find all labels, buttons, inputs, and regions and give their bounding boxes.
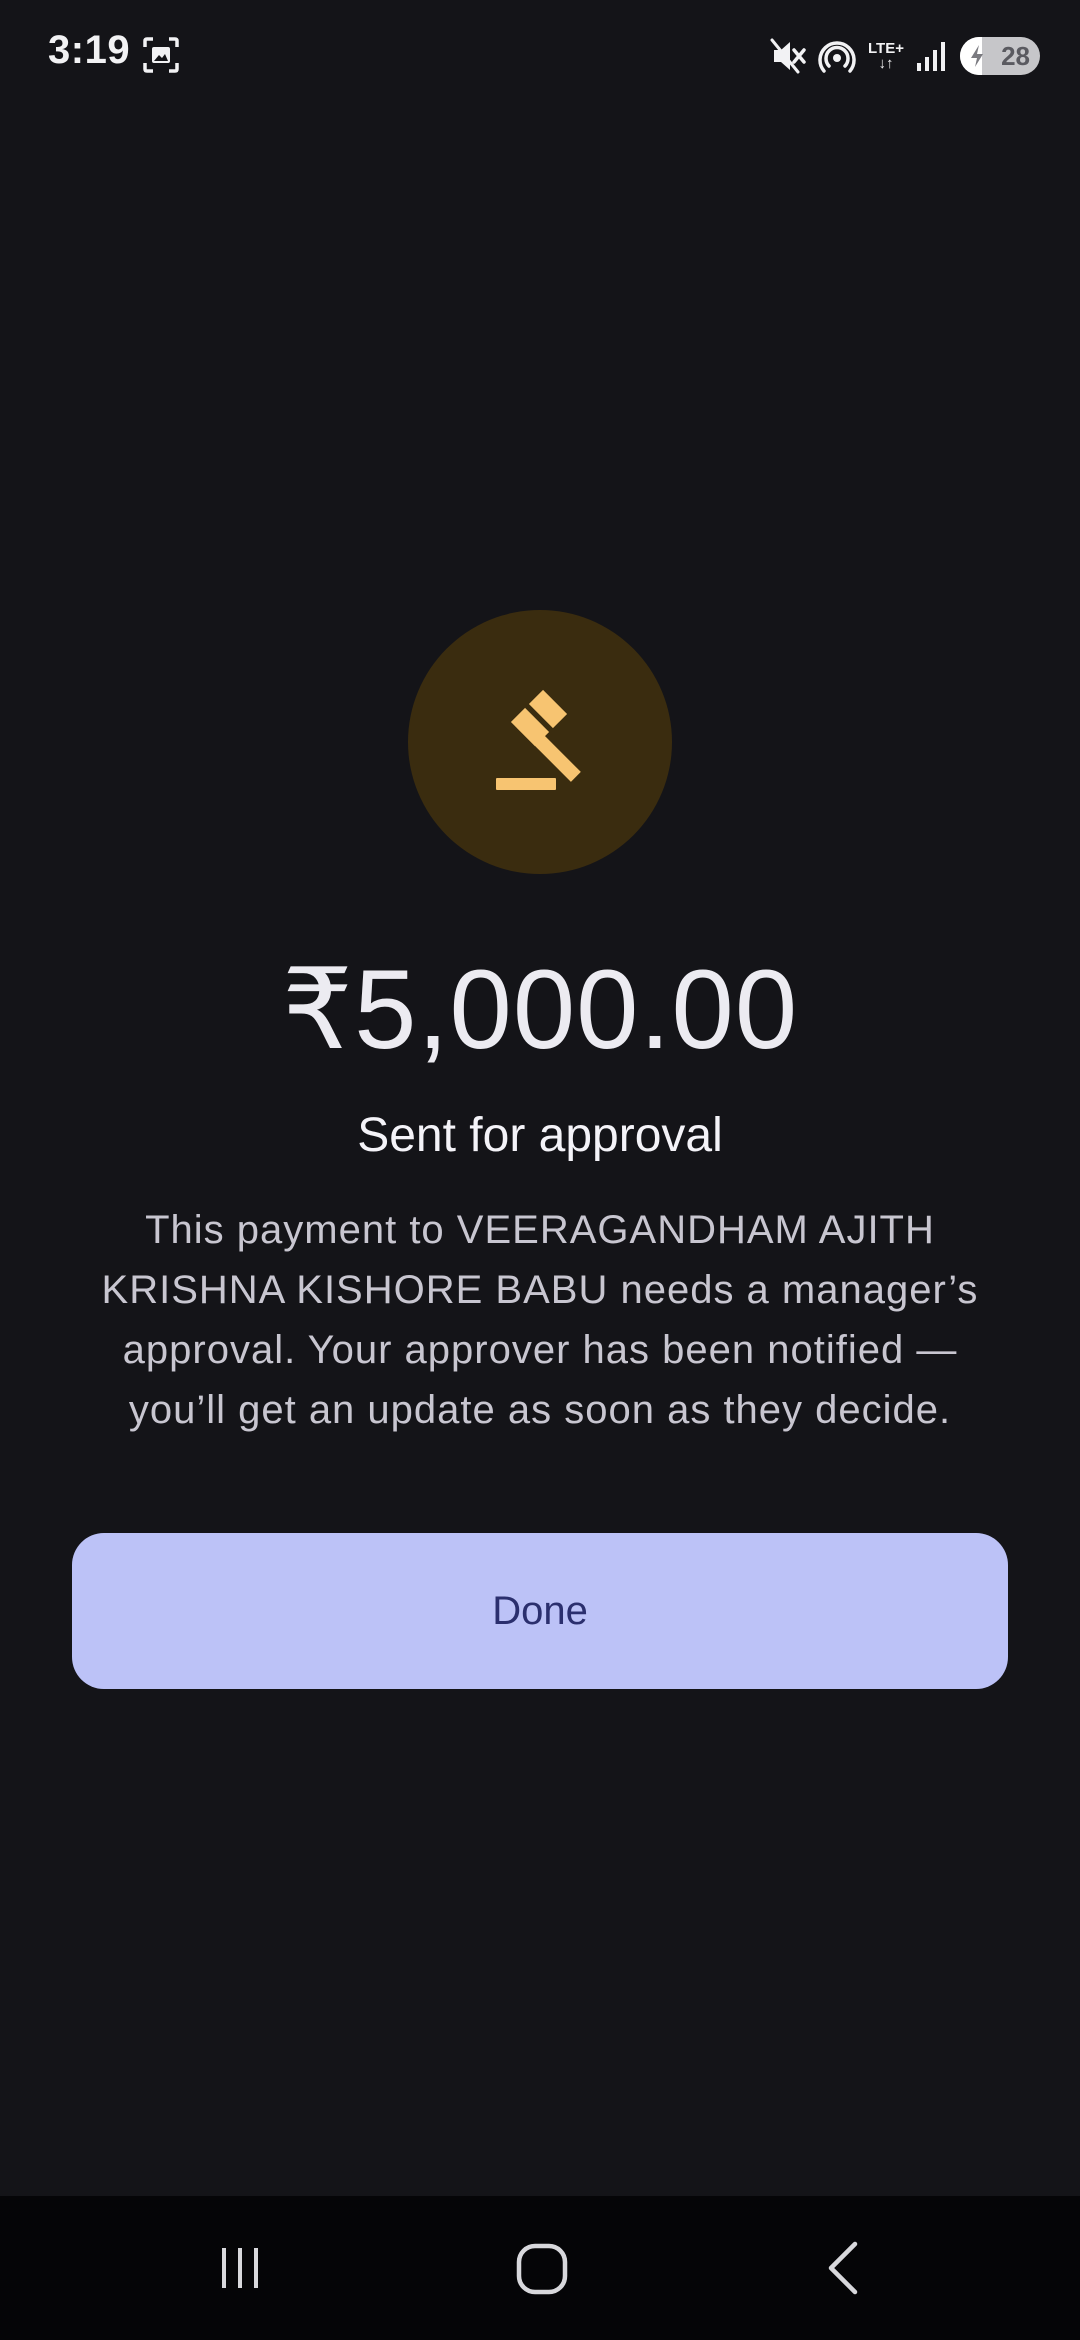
network-type: LTE+ ↓↑ xyxy=(868,40,904,72)
gavel-icon xyxy=(496,689,581,790)
recents-icon xyxy=(222,2248,258,2288)
approval-icon-circle xyxy=(408,610,672,874)
mute-icon xyxy=(770,38,806,74)
signal-icon xyxy=(917,42,945,71)
status-title: Sent for approval xyxy=(357,1109,723,1162)
home-icon xyxy=(516,2243,568,2295)
charging-icon xyxy=(971,45,983,67)
home-button[interactable] xyxy=(497,2232,587,2304)
recents-button[interactable] xyxy=(195,2232,285,2304)
battery-indicator: 28 xyxy=(960,37,1040,75)
status-icons: LTE+ ↓↑ 28 xyxy=(770,34,1040,78)
system-nav-bar xyxy=(0,2196,1080,2340)
hotspot-icon xyxy=(818,41,856,73)
back-icon xyxy=(828,2241,858,2295)
screenshot-icon xyxy=(143,37,179,73)
approval-description: This payment to VEERAGANDHAM AJITH KRISH… xyxy=(101,1208,979,1432)
status-bar: 3:19 LTE+ ↓↑ 28 xyxy=(0,0,1080,110)
back-button[interactable] xyxy=(800,2232,890,2304)
done-button-label: Done xyxy=(492,1588,588,1633)
status-time: 3:19 xyxy=(48,28,131,72)
done-button[interactable]: Done xyxy=(72,1533,1008,1689)
battery-level: 28 xyxy=(1001,40,1030,71)
payment-amount: ₹5,000.00 xyxy=(281,947,799,1072)
